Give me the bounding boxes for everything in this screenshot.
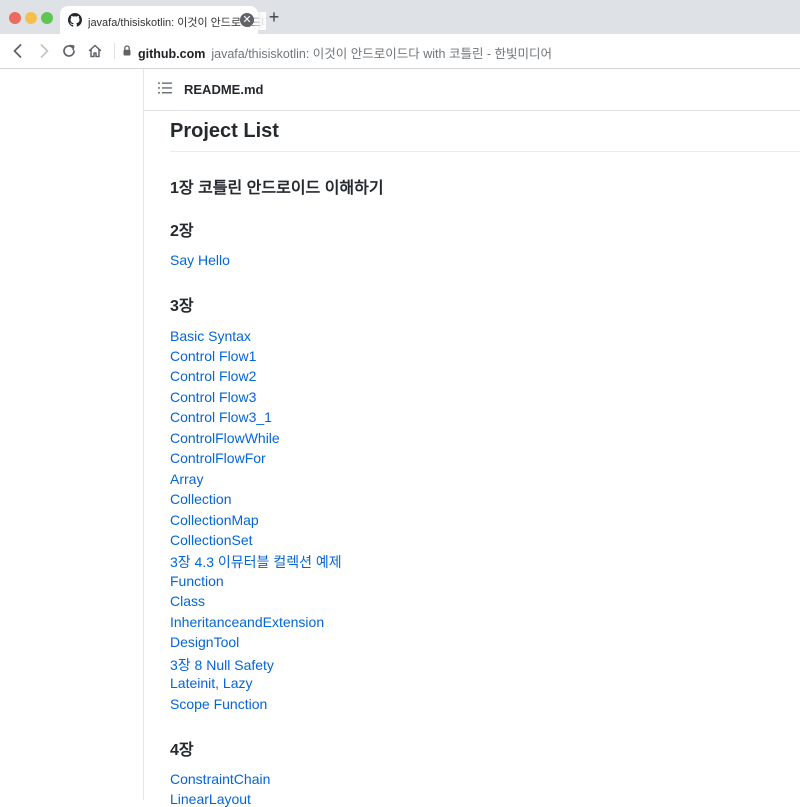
readme-link[interactable]: 3장 8 Null Safety xyxy=(170,655,274,675)
section-heading: 3장 xyxy=(170,298,194,315)
readme-link[interactable]: CollectionSet xyxy=(170,532,253,548)
readme-link[interactable]: Collection xyxy=(170,491,231,507)
minimize-window-button[interactable] xyxy=(25,12,37,24)
readme-link[interactable]: Function xyxy=(170,573,224,589)
section-heading: 1장 코틀린 안드로이드 이해하기 xyxy=(170,180,384,197)
zoom-window-button[interactable] xyxy=(41,12,53,24)
section-heading: 4장 xyxy=(170,742,194,759)
readme-link[interactable]: LinearLayout xyxy=(170,791,251,807)
close-window-button[interactable] xyxy=(9,12,21,24)
readme-filename: README.md xyxy=(184,82,264,97)
readme-link[interactable]: Basic Syntax xyxy=(170,328,251,344)
page-title: Project List xyxy=(170,120,279,142)
readme-link[interactable]: Control Flow3_1 xyxy=(170,409,272,425)
github-icon xyxy=(68,13,82,27)
readme-link[interactable]: Class xyxy=(170,593,205,609)
readme-link[interactable]: ControlFlowFor xyxy=(170,450,266,466)
home-icon[interactable] xyxy=(87,43,103,59)
tab-strip: javafa/thisiskotlin: 이것이 안드로이드다 with 코틀린… xyxy=(0,0,800,34)
readme-header: README.md xyxy=(144,69,800,111)
address-bar[interactable]: github.com javafa/thisiskotlin: 이것이 안드로이드… xyxy=(138,43,552,62)
toolbar-divider xyxy=(114,43,115,59)
content-border xyxy=(143,69,144,800)
forward-arrow-icon[interactable] xyxy=(36,43,52,59)
title-divider xyxy=(170,151,800,152)
readme-link[interactable]: ConstraintChain xyxy=(170,771,270,787)
readme-link[interactable]: Say Hello xyxy=(170,252,230,268)
readme-link[interactable]: Control Flow3 xyxy=(170,389,256,405)
readme-link[interactable]: CollectionMap xyxy=(170,512,259,528)
readme-link[interactable]: Scope Function xyxy=(170,696,267,712)
readme-link[interactable]: ControlFlowWhile xyxy=(170,430,280,446)
readme-link[interactable]: Lateinit, Lazy xyxy=(170,675,253,691)
back-arrow-icon[interactable] xyxy=(10,43,26,59)
url-path: javafa/thisiskotlin: 이것이 안드로이드다 with 코틀린… xyxy=(211,47,553,61)
browser-toolbar: github.com javafa/thisiskotlin: 이것이 안드로이드… xyxy=(0,34,800,69)
readme-link[interactable]: Control Flow1 xyxy=(170,348,256,364)
readme-link[interactable]: Array xyxy=(170,471,203,487)
lock-icon[interactable] xyxy=(123,45,131,56)
new-tab-button[interactable]: + xyxy=(266,8,282,26)
table-of-contents-icon[interactable] xyxy=(158,82,172,94)
readme-link[interactable]: DesignTool xyxy=(170,634,239,650)
readme-link[interactable]: InheritanceandExtension xyxy=(170,614,324,630)
readme-link[interactable]: Control Flow2 xyxy=(170,368,256,384)
readme-link[interactable]: 3장 4.3 이뮤터블 컬렉션 예제 xyxy=(170,552,342,572)
reload-icon[interactable] xyxy=(61,43,77,59)
tab-close-icon[interactable]: ✕ xyxy=(240,13,254,27)
section-heading: 2장 xyxy=(170,223,194,240)
url-domain: github.com xyxy=(138,47,206,61)
browser-tab[interactable]: javafa/thisiskotlin: 이것이 안드로이드다 with 코틀린… xyxy=(60,6,266,34)
